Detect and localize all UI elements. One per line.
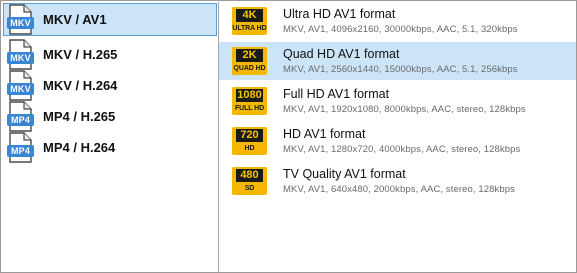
preset-item-tv-quality[interactable]: 480 SD TV Quality AV1 format MKV, AV1, 6… xyxy=(219,162,576,200)
format-picker-panel: MKV MKV / AV1 MKV MKV / H.265 MKV MKV / … xyxy=(0,0,577,273)
container-item-mp4-h265[interactable]: MP4 MP4 / H.265 xyxy=(3,100,217,133)
file-format-tag: MKV xyxy=(7,83,34,95)
preset-title: HD AV1 format xyxy=(283,127,366,141)
video-file-icon: MKV xyxy=(7,4,35,35)
container-label: MKV / AV1 xyxy=(43,12,107,27)
resolution-badge-icon: 2K QUAD HD xyxy=(232,47,267,75)
preset-detail: MKV, AV1, 1920x1080, 8000kbps, AAC, ster… xyxy=(283,104,526,115)
badge-resolution: 2K xyxy=(236,49,263,62)
preset-item-ultra-hd[interactable]: 4K ULTRA HD Ultra HD AV1 format MKV, AV1… xyxy=(219,2,576,40)
badge-caption: QUAD HD xyxy=(233,65,266,72)
video-file-icon: MKV xyxy=(7,39,35,70)
file-format-tag: MKV xyxy=(7,17,34,29)
badge-resolution: 4K xyxy=(236,9,263,22)
container-label: MKV / H.265 xyxy=(43,47,118,62)
preset-item-hd[interactable]: 720 HD HD AV1 format MKV, AV1, 1280x720,… xyxy=(219,122,576,160)
preset-detail: MKV, AV1, 1280x720, 4000kbps, AAC, stere… xyxy=(283,144,521,155)
badge-caption: ULTRA HD xyxy=(232,25,267,32)
badge-resolution: 1080 xyxy=(236,89,263,102)
file-format-tag: MKV xyxy=(7,52,34,64)
badge-caption: SD xyxy=(244,185,255,192)
container-item-mkv-h264[interactable]: MKV MKV / H.264 xyxy=(3,69,217,102)
badge-caption: FULL HD xyxy=(234,105,265,112)
badge-resolution: 480 xyxy=(236,169,263,182)
badge-caption: HD xyxy=(244,145,255,152)
resolution-badge-icon: 4K ULTRA HD xyxy=(232,7,267,35)
preset-list: 4K ULTRA HD Ultra HD AV1 format MKV, AV1… xyxy=(219,2,576,272)
preset-item-quad-hd[interactable]: 2K QUAD HD Quad HD AV1 format MKV, AV1, … xyxy=(219,42,576,80)
preset-detail: MKV, AV1, 2560x1440, 15000kbps, AAC, 5.1… xyxy=(283,64,518,75)
preset-title: TV Quality AV1 format xyxy=(283,167,406,181)
container-list: MKV MKV / AV1 MKV MKV / H.265 MKV MKV / … xyxy=(2,2,218,272)
container-label: MP4 / H.265 xyxy=(43,109,116,124)
file-format-tag: MP4 xyxy=(7,145,34,157)
container-item-mkv-av1[interactable]: MKV MKV / AV1 xyxy=(3,3,217,36)
resolution-badge-icon: 1080 FULL HD xyxy=(232,87,267,115)
video-file-icon: MKV xyxy=(7,70,35,101)
resolution-badge-icon: 720 HD xyxy=(232,127,267,155)
preset-detail: MKV, AV1, 4096x2160, 30000kbps, AAC, 5.1… xyxy=(283,24,518,35)
container-label: MP4 / H.264 xyxy=(43,140,116,155)
badge-resolution: 720 xyxy=(236,129,263,142)
container-item-mp4-h264[interactable]: MP4 MP4 / H.264 xyxy=(3,131,217,164)
video-file-icon: MP4 xyxy=(7,101,35,132)
video-file-icon: MP4 xyxy=(7,132,35,163)
preset-detail: MKV, AV1, 640x480, 2000kbps, AAC, stereo… xyxy=(283,184,515,195)
preset-title: Full HD AV1 format xyxy=(283,87,390,101)
file-format-tag: MP4 xyxy=(7,114,34,126)
resolution-badge-icon: 480 SD xyxy=(232,167,267,195)
preset-title: Quad HD AV1 format xyxy=(283,47,400,61)
container-item-mkv-h265[interactable]: MKV MKV / H.265 xyxy=(3,38,217,71)
preset-title: Ultra HD AV1 format xyxy=(283,7,396,21)
preset-item-full-hd[interactable]: 1080 FULL HD Full HD AV1 format MKV, AV1… xyxy=(219,82,576,120)
container-label: MKV / H.264 xyxy=(43,78,118,93)
